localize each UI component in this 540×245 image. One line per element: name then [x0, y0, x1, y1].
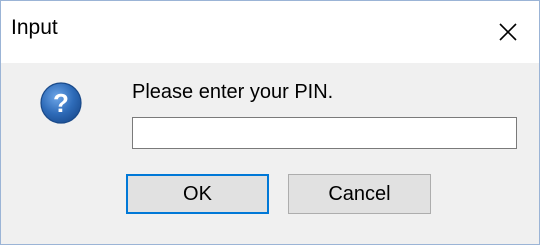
dialog-content: ? Please enter your PIN. OK Cancel: [1, 63, 539, 244]
svg-text:?: ?: [53, 88, 69, 118]
question-icon: ?: [40, 82, 82, 124]
prompt-label: Please enter your PIN.: [132, 81, 334, 103]
input-dialog: Input ? Please enter your PIN. OK Cancel: [0, 0, 540, 245]
title-bar: Input: [1, 1, 539, 63]
cancel-button[interactable]: Cancel: [288, 174, 431, 214]
close-button[interactable]: [477, 1, 539, 63]
close-icon: [499, 23, 517, 41]
pin-input[interactable]: [132, 117, 517, 149]
ok-button[interactable]: OK: [126, 174, 269, 214]
window-title: Input: [11, 16, 58, 39]
